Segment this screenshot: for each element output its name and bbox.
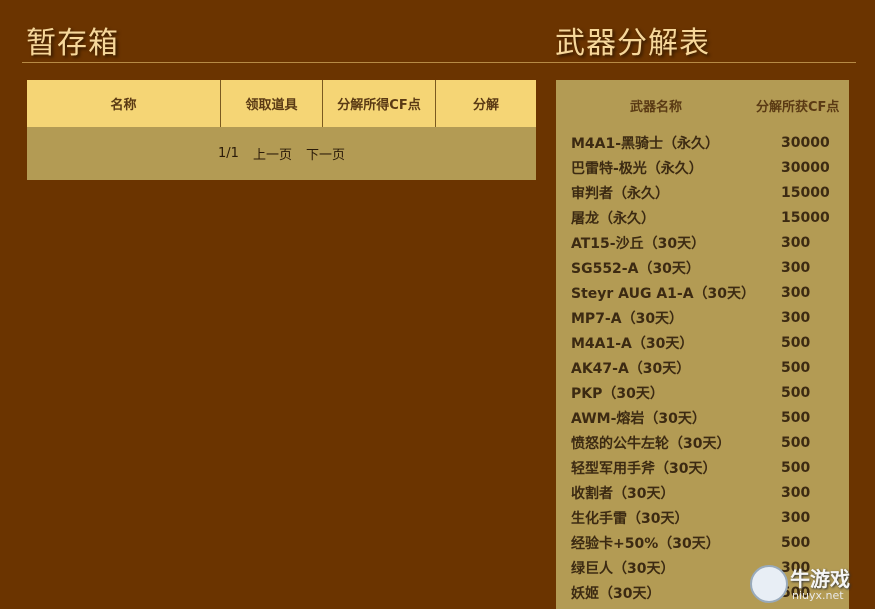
col-cf-points: 分解所得CF点 (323, 80, 436, 127)
weapon-row: M4A1-黑骑士（永久） 30000 (556, 130, 849, 155)
weapon-row: 屠龙（永久） 15000 (556, 205, 849, 230)
weapon-cf-points: 500 (781, 534, 811, 551)
weapon-row: M4A1-A（30天） 500 (556, 330, 849, 355)
weapon-cf-points: 300 (781, 509, 811, 526)
weapon-name: 妖姬（30天） (571, 585, 661, 602)
weapon-cf-points: 300 (781, 259, 811, 276)
weapon-row: PKP（30天） 500 (556, 380, 849, 405)
storage-header: 名称 领取道具 分解所得CF点 分解 (27, 80, 536, 127)
weapon-name: PKP（30天） (571, 385, 664, 402)
col-name: 名称 (27, 80, 221, 127)
weapon-row: AWM-熔岩（30天） 500 (556, 405, 849, 430)
weapon-cf-points: 500 (781, 409, 811, 426)
weapon-cf-points: 500 (781, 459, 811, 476)
weapon-row: 巴雷特-极光（永久） 30000 (556, 155, 849, 180)
weapon-name: 屠龙（永久） (571, 210, 655, 227)
weapon-name: 绿巨人（30天） (571, 560, 675, 577)
pagination: 1/1 上一页 下一页 (27, 127, 536, 180)
weapon-cf-points: 500 (781, 334, 811, 351)
weapon-cf-points: 300 (781, 484, 811, 501)
weapon-name: M4A1-黑骑士（永久） (571, 135, 720, 152)
weapon-row: AT15-沙丘（30天） 300 (556, 230, 849, 255)
title-divider (22, 62, 856, 63)
weapon-name: AT15-沙丘（30天） (571, 235, 706, 252)
weapon-table-header: 武器名称 分解所获CF点 (556, 80, 849, 130)
weapon-name: 轻型军用手斧（30天） (571, 460, 717, 477)
weapon-row: 审判者（永久） 15000 (556, 180, 849, 205)
weapon-name: AWM-熔岩（30天） (571, 410, 706, 427)
mascot-icon (750, 565, 788, 603)
weapon-cf-points: 15000 (781, 209, 830, 226)
weapon-row: 经验卡+50%（30天） 500 (556, 530, 849, 555)
watermark-text: 牛游戏 (790, 567, 850, 591)
weapon-name: 收割者（30天） (571, 485, 675, 502)
header-cf-points: 分解所获CF点 (756, 99, 840, 115)
weapon-name: 愤怒的公牛左轮（30天） (571, 435, 731, 452)
weapon-name: 审判者（永久） (571, 185, 669, 202)
weapon-cf-points: 30000 (781, 134, 830, 151)
weapon-cf-points: 30000 (781, 159, 830, 176)
weapon-cf-points: 300 (781, 284, 811, 301)
storage-box: 名称 领取道具 分解所得CF点 分解 1/1 上一页 下一页 (27, 80, 536, 180)
weapon-row: 愤怒的公牛左轮（30天） 500 (556, 430, 849, 455)
weapon-table-title: 武器分解表 (555, 26, 710, 61)
weapon-name: AK47-A（30天） (571, 360, 691, 377)
weapon-name: SG552-A（30天） (571, 260, 700, 277)
col-decompose: 分解 (472, 98, 499, 113)
weapon-row: AK47-A（30天） 500 (556, 355, 849, 380)
weapon-row: 轻型军用手斧（30天） 500 (556, 455, 849, 480)
weapon-cf-points: 500 (781, 434, 811, 451)
prev-page-link[interactable]: 上一页 (248, 144, 297, 163)
weapon-row: SG552-A（30天） 300 (556, 255, 849, 280)
storage-title: 暂存箱 (26, 26, 119, 61)
weapon-name: MP7-A（30天） (571, 310, 684, 327)
weapon-cf-points: 500 (781, 384, 811, 401)
weapon-cf-points: 500 (781, 359, 811, 376)
weapon-cf-points: 300 (781, 309, 811, 326)
weapon-cf-points: 300 (781, 234, 811, 251)
weapon-row: 生化手雷（30天） 300 (556, 505, 849, 530)
header-weapon-name: 武器名称 (629, 99, 682, 115)
weapon-row: MP7-A（30天） 300 (556, 305, 849, 330)
weapon-name: 生化手雷（30天） (571, 510, 689, 527)
col-claim-item: 领取道具 (221, 80, 323, 127)
watermark-url: niuyx.net (792, 589, 844, 602)
weapon-name: Steyr AUG A1-A（30天） (571, 285, 756, 302)
weapon-decompose-table: 武器名称 分解所获CF点 M4A1-黑骑士（永久） 30000 巴雷特-极光（永久）… (556, 80, 849, 609)
site-watermark: 牛游戏 niuyx.net (750, 563, 870, 605)
page-indicator: 1/1 (218, 146, 239, 161)
weapon-name: M4A1-A（30天） (571, 335, 694, 352)
weapon-name: 巴雷特-极光（永久） (571, 160, 703, 177)
next-page-link[interactable]: 下一页 (301, 144, 350, 163)
weapon-rows: M4A1-黑骑士（永久） 30000 巴雷特-极光（永久） 30000 审判者（永久） 1… (556, 130, 849, 605)
weapon-name: 经验卡+50%（30天） (571, 535, 720, 552)
weapon-cf-points: 15000 (781, 184, 830, 201)
weapon-row: Steyr AUG A1-A（30天） 300 (556, 280, 849, 305)
weapon-row: 收割者（30天） 300 (556, 480, 849, 505)
